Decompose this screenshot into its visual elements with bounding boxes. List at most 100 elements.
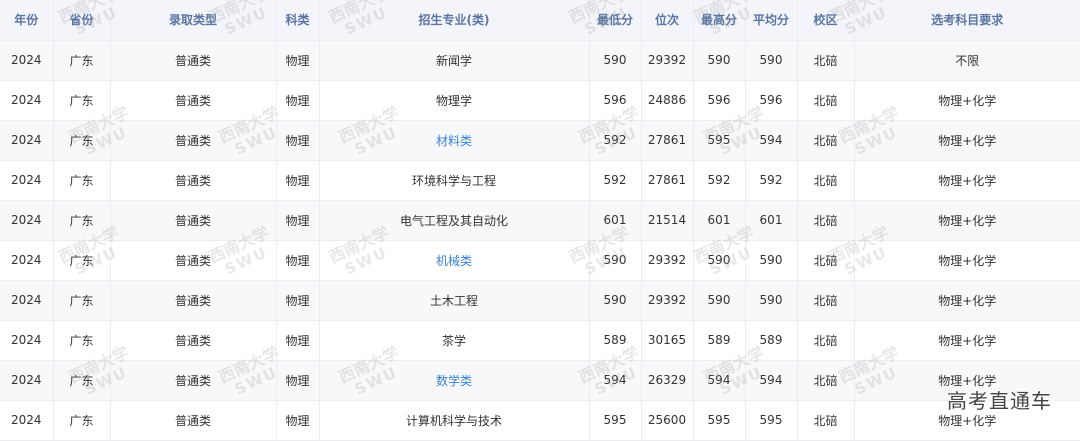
- cell-campus: 北碚: [797, 320, 855, 361]
- cell-max-score: 590: [693, 280, 746, 321]
- cell-subject: 物理: [276, 360, 320, 401]
- cell-major: 电气工程及其自动化: [319, 200, 590, 241]
- table-row: 2024 广东 普通类 物理 机械类 590 29392 590 590 北碚 物理+化学: [0, 240, 1080, 281]
- table-row: 2024 广东 普通类 物理 土木工程 590 29392 590 590 北碚 物理+化学: [0, 280, 1080, 321]
- major-link[interactable]: 机械类: [436, 254, 472, 268]
- cell-max-score: 596: [693, 80, 746, 121]
- cell-admission-type: 普通类: [110, 120, 277, 161]
- cell-subject: 物理: [276, 320, 320, 361]
- cell-campus: 北碚: [797, 200, 855, 241]
- header-requirement: 选考科目要求: [854, 0, 1080, 41]
- cell-province: 广东: [53, 160, 111, 201]
- cell-province: 广东: [53, 280, 111, 321]
- cell-max-score: 601: [693, 200, 746, 241]
- table-row: 2024 广东 普通类 物理 物理学 596 24886 596 596 北碚 物理+化学: [0, 80, 1080, 121]
- cell-year: 2024: [0, 320, 54, 361]
- cell-min-score: 601: [589, 200, 642, 241]
- cell-province: 广东: [53, 360, 111, 401]
- cell-rank: 29392: [641, 240, 694, 281]
- cell-min-score: 594: [589, 360, 642, 401]
- cell-max-score: 592: [693, 160, 746, 201]
- header-subject: 科类: [276, 0, 320, 41]
- cell-min-score: 590: [589, 280, 642, 321]
- cell-avg-score: 595: [745, 400, 798, 441]
- header-min-score: 最低分: [589, 0, 642, 41]
- table-row: 2024 广东 普通类 物理 茶学 589 30165 589 589 北碚 物理+化学: [0, 320, 1080, 361]
- cell-subject: 物理: [276, 120, 320, 161]
- cell-year: 2024: [0, 400, 54, 441]
- cell-year: 2024: [0, 240, 54, 281]
- cell-province: 广东: [53, 40, 111, 81]
- cell-min-score: 589: [589, 320, 642, 361]
- cell-rank: 25600: [641, 400, 694, 441]
- header-campus: 校区: [797, 0, 855, 41]
- cell-major: 物理学: [319, 80, 590, 121]
- cell-major: 茶学: [319, 320, 590, 361]
- header-major: 招生专业(类): [319, 0, 590, 41]
- cell-major: 土木工程: [319, 280, 590, 321]
- cell-avg-score: 590: [745, 40, 798, 81]
- header-admission-type: 录取类型: [110, 0, 277, 41]
- cell-campus: 北碚: [797, 400, 855, 441]
- cell-max-score: 589: [693, 320, 746, 361]
- cell-major: 数学类: [319, 360, 590, 401]
- table-row: 2024 广东 普通类 物理 计算机科学与技术 595 25600 595 595 北碚 物理+化学: [0, 400, 1080, 441]
- cell-campus: 北碚: [797, 160, 855, 201]
- cell-rank: 27861: [641, 120, 694, 161]
- cell-province: 广东: [53, 120, 111, 161]
- cell-min-score: 596: [589, 80, 642, 121]
- cell-year: 2024: [0, 120, 54, 161]
- cell-requirement: 物理+化学: [854, 120, 1080, 161]
- cell-major: 环境科学与工程: [319, 160, 590, 201]
- cell-province: 广东: [53, 80, 111, 121]
- cell-requirement: 不限: [854, 40, 1080, 81]
- cell-province: 广东: [53, 320, 111, 361]
- cell-major: 新闻学: [319, 40, 590, 81]
- brand-watermark: 高考直通车: [947, 389, 1052, 413]
- cell-rank: 29392: [641, 40, 694, 81]
- cell-province: 广东: [53, 240, 111, 281]
- table-row: 2024 广东 普通类 物理 材料类 592 27861 595 594 北碚 物理+化学: [0, 120, 1080, 161]
- cell-subject: 物理: [276, 200, 320, 241]
- cell-avg-score: 589: [745, 320, 798, 361]
- cell-year: 2024: [0, 160, 54, 201]
- cell-requirement: 物理+化学: [854, 280, 1080, 321]
- cell-major: 材料类: [319, 120, 590, 161]
- cell-max-score: 595: [693, 400, 746, 441]
- cell-avg-score: 590: [745, 280, 798, 321]
- cell-campus: 北碚: [797, 120, 855, 161]
- cell-campus: 北碚: [797, 240, 855, 281]
- cell-major: 计算机科学与技术: [319, 400, 590, 441]
- cell-admission-type: 普通类: [110, 400, 277, 441]
- cell-subject: 物理: [276, 240, 320, 281]
- major-link[interactable]: 数学类: [436, 374, 472, 388]
- cell-campus: 北碚: [797, 40, 855, 81]
- cell-min-score: 592: [589, 120, 642, 161]
- cell-min-score: 590: [589, 240, 642, 281]
- cell-year: 2024: [0, 40, 54, 81]
- cell-avg-score: 601: [745, 200, 798, 241]
- cell-admission-type: 普通类: [110, 40, 277, 81]
- cell-rank: 30165: [641, 320, 694, 361]
- cell-max-score: 594: [693, 360, 746, 401]
- cell-admission-type: 普通类: [110, 360, 277, 401]
- cell-admission-type: 普通类: [110, 160, 277, 201]
- cell-admission-type: 普通类: [110, 320, 277, 361]
- cell-province: 广东: [53, 400, 111, 441]
- cell-max-score: 595: [693, 120, 746, 161]
- header-rank: 位次: [641, 0, 694, 41]
- cell-requirement: 物理+化学: [854, 200, 1080, 241]
- cell-subject: 物理: [276, 280, 320, 321]
- major-link[interactable]: 材料类: [436, 134, 472, 148]
- cell-requirement: 物理+化学: [854, 80, 1080, 121]
- cell-requirement: 物理+化学: [854, 240, 1080, 281]
- table-row: 2024 广东 普通类 物理 电气工程及其自动化 601 21514 601 601 北碚 物理+化…: [0, 200, 1080, 241]
- table-row: 2024 广东 普通类 物理 环境科学与工程 592 27861 592 592 北碚 物理+化学: [0, 160, 1080, 201]
- cell-year: 2024: [0, 80, 54, 121]
- cell-rank: 29392: [641, 280, 694, 321]
- cell-admission-type: 普通类: [110, 80, 277, 121]
- cell-subject: 物理: [276, 40, 320, 81]
- cell-subject: 物理: [276, 80, 320, 121]
- cell-requirement: 物理+化学: [854, 320, 1080, 361]
- table-header-row: 年份 省份 录取类型 科类 招生专业(类) 最低分 位次 最高分 平均分 校区 …: [0, 0, 1080, 41]
